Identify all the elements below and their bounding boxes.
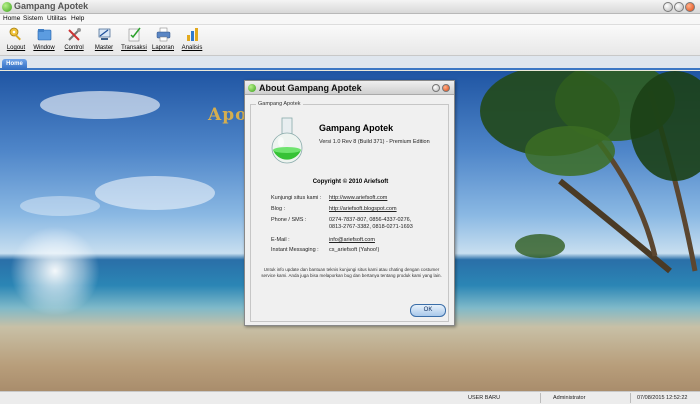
toolbar-logout-label: Logout bbox=[6, 45, 26, 51]
dialog-app-icon bbox=[248, 84, 256, 92]
status-datetime: 07/08/2015 12:52:22 bbox=[637, 395, 688, 401]
dialog-title: About Gampang Apotek bbox=[259, 83, 362, 93]
website-link[interactable]: http://www.ariefsoft.com bbox=[329, 195, 387, 201]
status-bar: USER BARU Administrator 07/08/2015 12:52… bbox=[0, 391, 700, 404]
dialog-help-button[interactable] bbox=[432, 84, 440, 92]
phone-numbers-line1: 0274-7837-807, 0856-4337-0276, bbox=[329, 217, 412, 223]
close-button[interactable] bbox=[685, 2, 695, 12]
phone-numbers-line2: 0813-2767-3382, 0818-0271-1693 bbox=[329, 224, 413, 230]
flask-logo-icon bbox=[271, 117, 303, 164]
ok-button[interactable]: OK bbox=[410, 304, 446, 317]
product-name: Gampang Apotek bbox=[319, 123, 394, 133]
group-title: Gampang Apotek bbox=[256, 101, 303, 107]
tab-home[interactable]: Home bbox=[2, 59, 27, 70]
toolbar-window-button[interactable]: Window bbox=[29, 26, 59, 55]
menu-help[interactable]: Help bbox=[71, 15, 84, 22]
toolbar-window-label: Window bbox=[33, 45, 55, 51]
pc-tools-icon bbox=[98, 28, 111, 40]
toolbar-transaksi-button[interactable]: Transaksi bbox=[119, 26, 149, 55]
printer-icon bbox=[156, 27, 171, 42]
product-version: Versi 1.0 Rev 8 (Build 371) - Premium Ed… bbox=[319, 139, 430, 145]
phone-label: Phone / SMS : bbox=[271, 217, 307, 223]
chart-icon bbox=[187, 28, 198, 41]
toolbar-control-button[interactable]: Control bbox=[59, 26, 89, 55]
im-value: cs_ariefsoft (Yahoo!) bbox=[329, 247, 380, 253]
toolbar-control-label: Control bbox=[64, 45, 84, 51]
status-user: USER BARU bbox=[468, 395, 501, 401]
palm-trees-image bbox=[480, 71, 700, 274]
dialog-title-bar: About Gampang Apotek bbox=[245, 81, 454, 95]
support-note: Untuk info update dan bantuan teknis kun… bbox=[261, 267, 442, 278]
toolbar-transaksi-label: Transaksi bbox=[121, 45, 147, 51]
status-role: Administrator bbox=[553, 395, 586, 401]
blog-label: Blog : bbox=[271, 206, 286, 212]
maximize-button[interactable] bbox=[674, 2, 684, 12]
email-label: E-Mail : bbox=[271, 237, 290, 243]
folder-icon bbox=[37, 29, 52, 41]
minimize-button[interactable] bbox=[663, 2, 673, 12]
toolbar-logout-button[interactable]: Logout bbox=[1, 26, 31, 55]
blog-link[interactable]: http://ariefsoft.blogspot.com bbox=[329, 206, 397, 212]
about-group-box: Gampang Apotek Gampang Apotek Versi 1.0 … bbox=[250, 101, 449, 322]
dialog-close-button[interactable] bbox=[442, 84, 450, 92]
menu-bar: Home Sistem Utilitas Help bbox=[0, 14, 700, 25]
toolbar-laporan-button[interactable]: Laporan bbox=[148, 26, 178, 55]
key-icon bbox=[9, 27, 21, 41]
menu-home[interactable]: Home bbox=[3, 15, 20, 22]
title-bar: Gampang Apotek bbox=[0, 0, 700, 14]
email-link[interactable]: info@ariefsoft.com bbox=[329, 237, 375, 243]
toolbar-laporan-label: Laporan bbox=[151, 45, 175, 51]
im-label: Instant Messaging : bbox=[271, 247, 319, 253]
toolbar-master-button[interactable]: Master bbox=[89, 26, 119, 55]
tools-icon bbox=[68, 28, 81, 41]
copyright-text: Copyright © 2010 Ariefsoft bbox=[312, 179, 389, 185]
checklist-icon bbox=[128, 27, 141, 42]
menu-utilitas[interactable]: Utilitas bbox=[47, 15, 67, 22]
toolbar-analisis-label: Analisis bbox=[181, 45, 203, 51]
about-dialog: About Gampang Apotek Gampang Apotek Gamp… bbox=[244, 80, 455, 326]
menu-sistem[interactable]: Sistem bbox=[23, 15, 43, 22]
window-title: Gampang Apotek bbox=[14, 1, 89, 11]
toolbar: Logout Window Control Master Transaksi L… bbox=[0, 25, 700, 56]
toolbar-analisis-button[interactable]: Analisis bbox=[177, 26, 207, 55]
tab-strip: Home bbox=[0, 56, 700, 70]
app-icon bbox=[2, 2, 12, 12]
sun-glow bbox=[10, 226, 100, 316]
website-label: Kunjungi situs kami : bbox=[271, 195, 322, 201]
toolbar-master-label: Master bbox=[94, 45, 114, 51]
